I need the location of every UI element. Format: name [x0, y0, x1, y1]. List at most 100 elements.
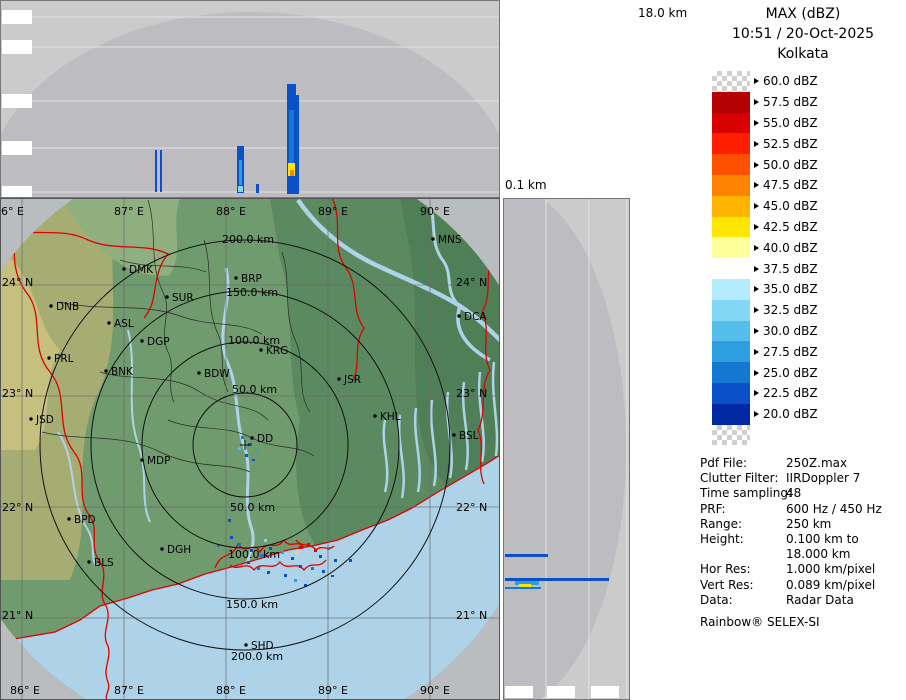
- city-dot: [67, 517, 70, 520]
- legend-entry: 27.5 dBZ: [712, 341, 906, 362]
- info-row: Hor Res:1.000 km/pixel: [700, 562, 906, 577]
- city-dot: [234, 276, 237, 279]
- legend-tick-arrow-icon: [754, 370, 759, 376]
- city-label: DNB: [56, 301, 79, 313]
- city-label: JSR: [343, 374, 361, 386]
- range-ring-label: 50.0 km: [230, 501, 275, 514]
- city-dot: [87, 560, 90, 563]
- legend-tick-arrow-icon: [754, 162, 759, 168]
- legend-entry: 47.5 dBZ: [712, 175, 906, 196]
- info-label: Pdf File:: [700, 456, 786, 471]
- product-title: MAX (dBZ): [700, 4, 906, 24]
- range-ring-label: 100.0 km: [228, 334, 280, 347]
- legend-value-label: 22.5 dBZ: [763, 386, 818, 400]
- city-dot: [197, 371, 200, 374]
- legend-entry: 40.0 dBZ: [712, 237, 906, 258]
- info-label: Data:: [700, 593, 786, 608]
- legend-tick-arrow-icon: [754, 266, 759, 272]
- city-label: DMK: [129, 264, 154, 276]
- city-label: MDP: [147, 455, 170, 467]
- info-label: Hor Res:: [700, 562, 786, 577]
- info-row: Clutter Filter:IIRDoppler 7: [700, 471, 906, 486]
- city-dot: [259, 348, 262, 351]
- info-label: [700, 547, 786, 562]
- legend-swatch: [712, 321, 750, 342]
- legend-swatch: [712, 341, 750, 362]
- legend-value-label: 42.5 dBZ: [763, 220, 818, 234]
- longitude-label: 86° E: [0, 205, 24, 218]
- station-name: Kolkata: [700, 44, 906, 64]
- city-dot: [431, 237, 434, 240]
- city-label: BRP: [241, 273, 262, 285]
- longitude-label: 90° E: [420, 684, 450, 697]
- legend-swatch: [712, 113, 750, 134]
- latitude-label: 23° N: [2, 387, 33, 400]
- legend-swatch: [712, 425, 750, 446]
- legend-tick-arrow-icon: [754, 224, 759, 230]
- legend-value-label: 40.0 dBZ: [763, 241, 818, 255]
- height-tick-boxes: [505, 686, 619, 698]
- latitude-label: 21° N: [2, 609, 33, 622]
- latitude-label: 24° N: [456, 276, 487, 289]
- legend-value-label: 60.0 dBZ: [763, 74, 818, 88]
- city-label: BSL: [459, 430, 479, 442]
- longitude-label: 88° E: [216, 684, 246, 697]
- info-value: 48: [786, 486, 801, 501]
- legend-swatch: [712, 362, 750, 383]
- legend-entry: 52.5 dBZ: [712, 133, 906, 154]
- city-dot: [47, 356, 50, 359]
- radar-map-panel: MNSDMKBRPSURDNBASLDGPKRGDCAPRLBNKBDWJSRJ…: [0, 198, 500, 700]
- legend-swatch: [712, 154, 750, 175]
- info-value: 600 Hz / 450 Hz: [786, 502, 882, 517]
- city-label: DD: [257, 433, 273, 445]
- legend-value-label: 27.5 dBZ: [763, 345, 818, 359]
- city-dot: [373, 414, 376, 417]
- city-dot: [104, 369, 107, 372]
- info-row: Data:Radar Data: [700, 593, 906, 608]
- legend-swatch: [712, 175, 750, 196]
- info-value: 0.089 km/pixel: [786, 578, 875, 593]
- radar-display-window: { "axes": { "top": "18.0 km", "corner": …: [0, 0, 906, 700]
- city-dot: [107, 321, 110, 324]
- range-ring-label: 150.0 km: [226, 598, 278, 611]
- info-label: Vert Res:: [700, 578, 786, 593]
- latitude-label: 22° N: [456, 501, 487, 514]
- legend-tick-arrow-icon: [754, 99, 759, 105]
- legend-scale: 60.0 dBZ57.5 dBZ55.0 dBZ52.5 dBZ50.0 dBZ…: [700, 71, 906, 445]
- legend-entry: 60.0 dBZ: [712, 71, 906, 92]
- legend-swatch: [712, 279, 750, 300]
- city-dot: [250, 436, 253, 439]
- city-label: DCA: [464, 311, 487, 323]
- info-value: 250Z.max: [786, 456, 847, 471]
- legend-entry: 55.0 dBZ: [712, 113, 906, 134]
- info-value: 0.100 km to: [786, 532, 859, 547]
- legend-tick-arrow-icon: [754, 245, 759, 251]
- longitude-label: 90° E: [420, 205, 450, 218]
- city-dot: [452, 433, 455, 436]
- city-dot: [140, 458, 143, 461]
- legend-entry: 57.5 dBZ: [712, 92, 906, 113]
- info-label: Range:: [700, 517, 786, 532]
- info-label: Time sampling:: [700, 486, 786, 501]
- info-row: PRF:600 Hz / 450 Hz: [700, 502, 906, 517]
- legend-value-label: 32.5 dBZ: [763, 303, 818, 317]
- city-dot: [122, 267, 125, 270]
- legend-swatch: [712, 71, 750, 92]
- legend-swatch: [712, 133, 750, 154]
- longitude-label: 86° E: [10, 684, 40, 697]
- longitude-label: 87° E: [114, 684, 144, 697]
- legend-entry: 32.5 dBZ: [712, 300, 906, 321]
- legend-tick-arrow-icon: [754, 390, 759, 396]
- longitude-label: 89° E: [318, 684, 348, 697]
- info-value: 250 km: [786, 517, 831, 532]
- info-value: IIRDoppler 7: [786, 471, 860, 486]
- legend-value-label: 35.0 dBZ: [763, 282, 818, 296]
- legend-swatch: [712, 300, 750, 321]
- city-label: BDW: [204, 368, 230, 380]
- legend-swatch: [712, 258, 750, 279]
- legend-tick-arrow-icon: [754, 349, 759, 355]
- legend-value-label: 45.0 dBZ: [763, 199, 818, 213]
- city-label: ASL: [114, 318, 134, 330]
- city-label: JSD: [35, 414, 54, 426]
- legend-swatch: [712, 217, 750, 238]
